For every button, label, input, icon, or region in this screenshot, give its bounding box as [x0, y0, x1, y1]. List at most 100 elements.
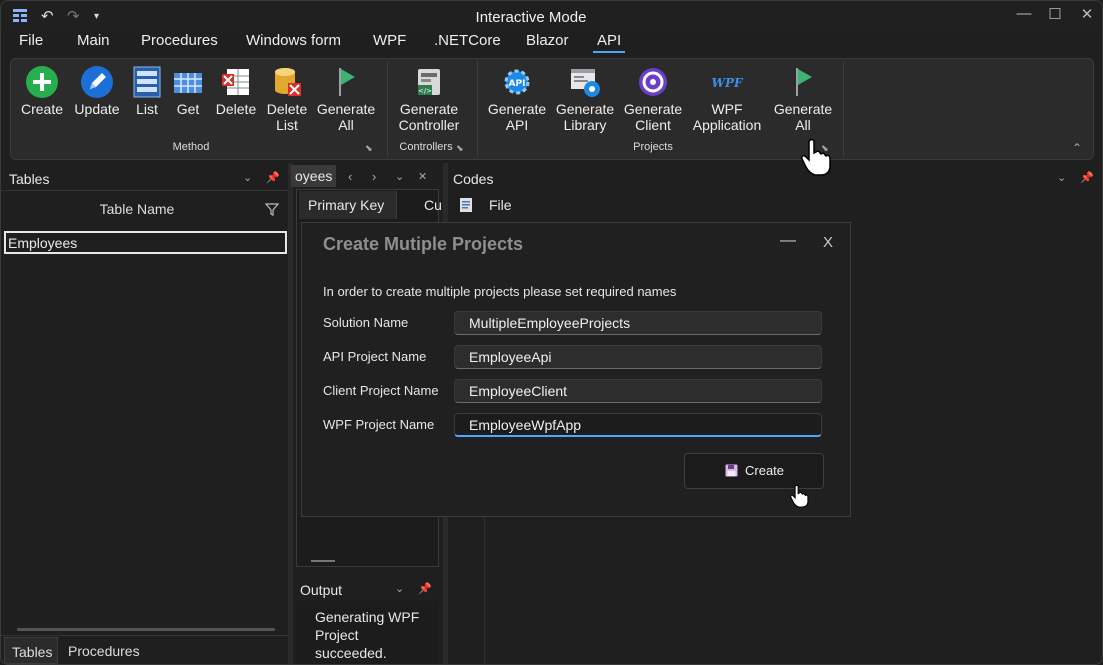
table-name-column-header[interactable]: Table Name: [1, 201, 273, 217]
solution-name-field[interactable]: MultipleEmployeeProjects: [454, 311, 822, 335]
generate-api-label-2: API: [505, 117, 529, 133]
column-header-primary-key[interactable]: Primary Key: [299, 191, 397, 219]
generate-all-method-label-1: Generate: [316, 101, 376, 117]
menu-procedures[interactable]: Procedures: [141, 32, 218, 49]
delete-table-icon: [219, 65, 253, 99]
divider: [1, 190, 288, 191]
generate-all-projects-button[interactable]: Generate All: [772, 65, 834, 133]
tables-panel-title: Tables: [9, 171, 50, 187]
generate-client-label-2: Client: [635, 117, 671, 133]
wpf-application-label-1: WPF: [711, 101, 743, 117]
wpf-project-name-field[interactable]: EmployeeWpfApp: [454, 413, 822, 437]
generate-library-button[interactable]: Generate Library: [554, 65, 616, 133]
update-label: Update: [74, 101, 120, 117]
plus-circle-icon: [25, 65, 59, 99]
wpf-icon: WPF: [697, 65, 757, 99]
output-dropdown-icon[interactable]: ⌄: [395, 582, 404, 595]
delete-label: Delete: [215, 101, 257, 117]
chevron-down-icon[interactable]: ⌄: [395, 170, 404, 183]
controller-icon: </>: [412, 65, 446, 99]
menu-api[interactable]: API: [597, 32, 621, 49]
controllers-dialog-launcher-icon[interactable]: ⬊: [456, 143, 464, 154]
dialog-title: Create Mutiple Projects: [323, 234, 524, 254]
column-header-cu[interactable]: Cu: [424, 197, 442, 213]
pencil-icon: [80, 65, 114, 99]
hand-cursor-icon: [789, 483, 811, 514]
client-project-name-field[interactable]: EmployeeClient: [454, 379, 822, 403]
generate-all-method-label-2: All: [338, 117, 354, 133]
file-menu[interactable]: File: [489, 197, 512, 213]
menu-main[interactable]: Main: [77, 32, 110, 49]
save-icon: [725, 464, 738, 482]
menu-blazor[interactable]: Blazor: [526, 32, 569, 49]
generate-all-projects-label-1: Generate: [773, 101, 833, 117]
api-project-name-label: API Project Name: [323, 349, 427, 364]
generate-client-button[interactable]: Generate Client: [622, 65, 684, 133]
create-button[interactable]: Create: [19, 65, 65, 117]
client-project-name-label: Client Project Name: [323, 383, 439, 398]
delete-button[interactable]: Delete: [213, 65, 259, 117]
tab-tables[interactable]: Tables: [4, 637, 58, 664]
minimize-window-button[interactable]: —: [1007, 5, 1041, 22]
method-dialog-launcher-icon[interactable]: ⬊: [365, 143, 373, 154]
get-label: Get: [176, 101, 200, 117]
dialog-close-button[interactable]: X: [823, 234, 833, 251]
svg-text:</>: </>: [418, 87, 432, 95]
list-label: List: [136, 101, 158, 117]
delete-db-icon: [270, 65, 304, 99]
collapse-ribbon-icon[interactable]: ⌃: [1072, 141, 1082, 155]
app-window: ↶ ↷ ▾ Interactive Mode — ☐ ✕ File Main P…: [0, 0, 1103, 665]
svg-text:WPF: WPF: [711, 76, 744, 90]
splitter[interactable]: [288, 163, 293, 664]
list-button[interactable]: List: [130, 65, 164, 117]
create-label: Create: [745, 463, 785, 478]
update-button[interactable]: Update: [71, 65, 123, 117]
active-menu-indicator: [593, 51, 625, 53]
filter-icon[interactable]: [264, 202, 280, 219]
generate-controller-button[interactable]: </> Generate Controller: [395, 65, 463, 133]
menu-windows-form[interactable]: Windows form: [246, 32, 341, 49]
menu-file[interactable]: File: [19, 32, 43, 49]
hand-cursor-icon: [799, 137, 835, 182]
divider: [1, 635, 288, 636]
document-tab[interactable]: oyees: [291, 165, 336, 187]
api-icon: API: [500, 65, 534, 99]
delete-list-button[interactable]: Delete List: [265, 65, 309, 133]
delete-list-label-1: Delete: [266, 101, 308, 117]
tables-dropdown-icon[interactable]: ⌄: [243, 171, 252, 184]
maximize-window-button[interactable]: ☐: [1038, 5, 1072, 23]
wpf-application-button[interactable]: WPF WPF Application: [689, 65, 765, 133]
generate-all-projects-label-2: All: [795, 117, 811, 133]
wpf-project-name-label: WPF Project Name: [323, 417, 435, 432]
chevron-right-icon[interactable]: ›: [372, 169, 376, 184]
client-icon: [636, 65, 670, 99]
codes-panel-title: Codes: [453, 171, 494, 187]
close-tab-icon[interactable]: ✕: [418, 170, 427, 183]
horizontal-scrollbar[interactable]: [17, 628, 275, 631]
get-button[interactable]: Get: [171, 65, 205, 117]
codes-pin-icon[interactable]: 📌: [1080, 171, 1094, 184]
dialog-minimize-button[interactable]: —: [780, 232, 796, 250]
menu-netcore[interactable]: .NETCore: [434, 32, 501, 49]
group-separator: [477, 61, 478, 157]
tables-pin-icon[interactable]: 📌: [266, 171, 280, 184]
tab-procedures[interactable]: Procedures: [68, 643, 140, 659]
grid-icon: [171, 65, 205, 99]
generate-library-label-1: Generate: [555, 101, 615, 117]
output-pin-icon[interactable]: 📌: [418, 582, 432, 595]
grid-scrollbar[interactable]: [311, 560, 335, 562]
codes-dropdown-icon[interactable]: ⌄: [1057, 171, 1066, 184]
group-label-projects: Projects: [633, 141, 673, 153]
table-row[interactable]: Employees: [4, 231, 287, 254]
menu-wpf[interactable]: WPF: [373, 32, 406, 49]
generate-controller-label-1: Generate: [399, 101, 459, 117]
api-project-name-field[interactable]: EmployeeApi: [454, 345, 822, 369]
close-window-button[interactable]: ✕: [1070, 5, 1102, 23]
flag-icon: [786, 65, 820, 99]
group-label-controllers: Controllers: [399, 141, 453, 153]
chevron-left-icon[interactable]: ‹: [348, 169, 352, 184]
generate-all-method-button[interactable]: Generate All: [316, 65, 376, 133]
group-separator: [387, 61, 388, 157]
generate-api-button[interactable]: API Generate API: [486, 65, 548, 133]
flag-icon: [329, 65, 363, 99]
